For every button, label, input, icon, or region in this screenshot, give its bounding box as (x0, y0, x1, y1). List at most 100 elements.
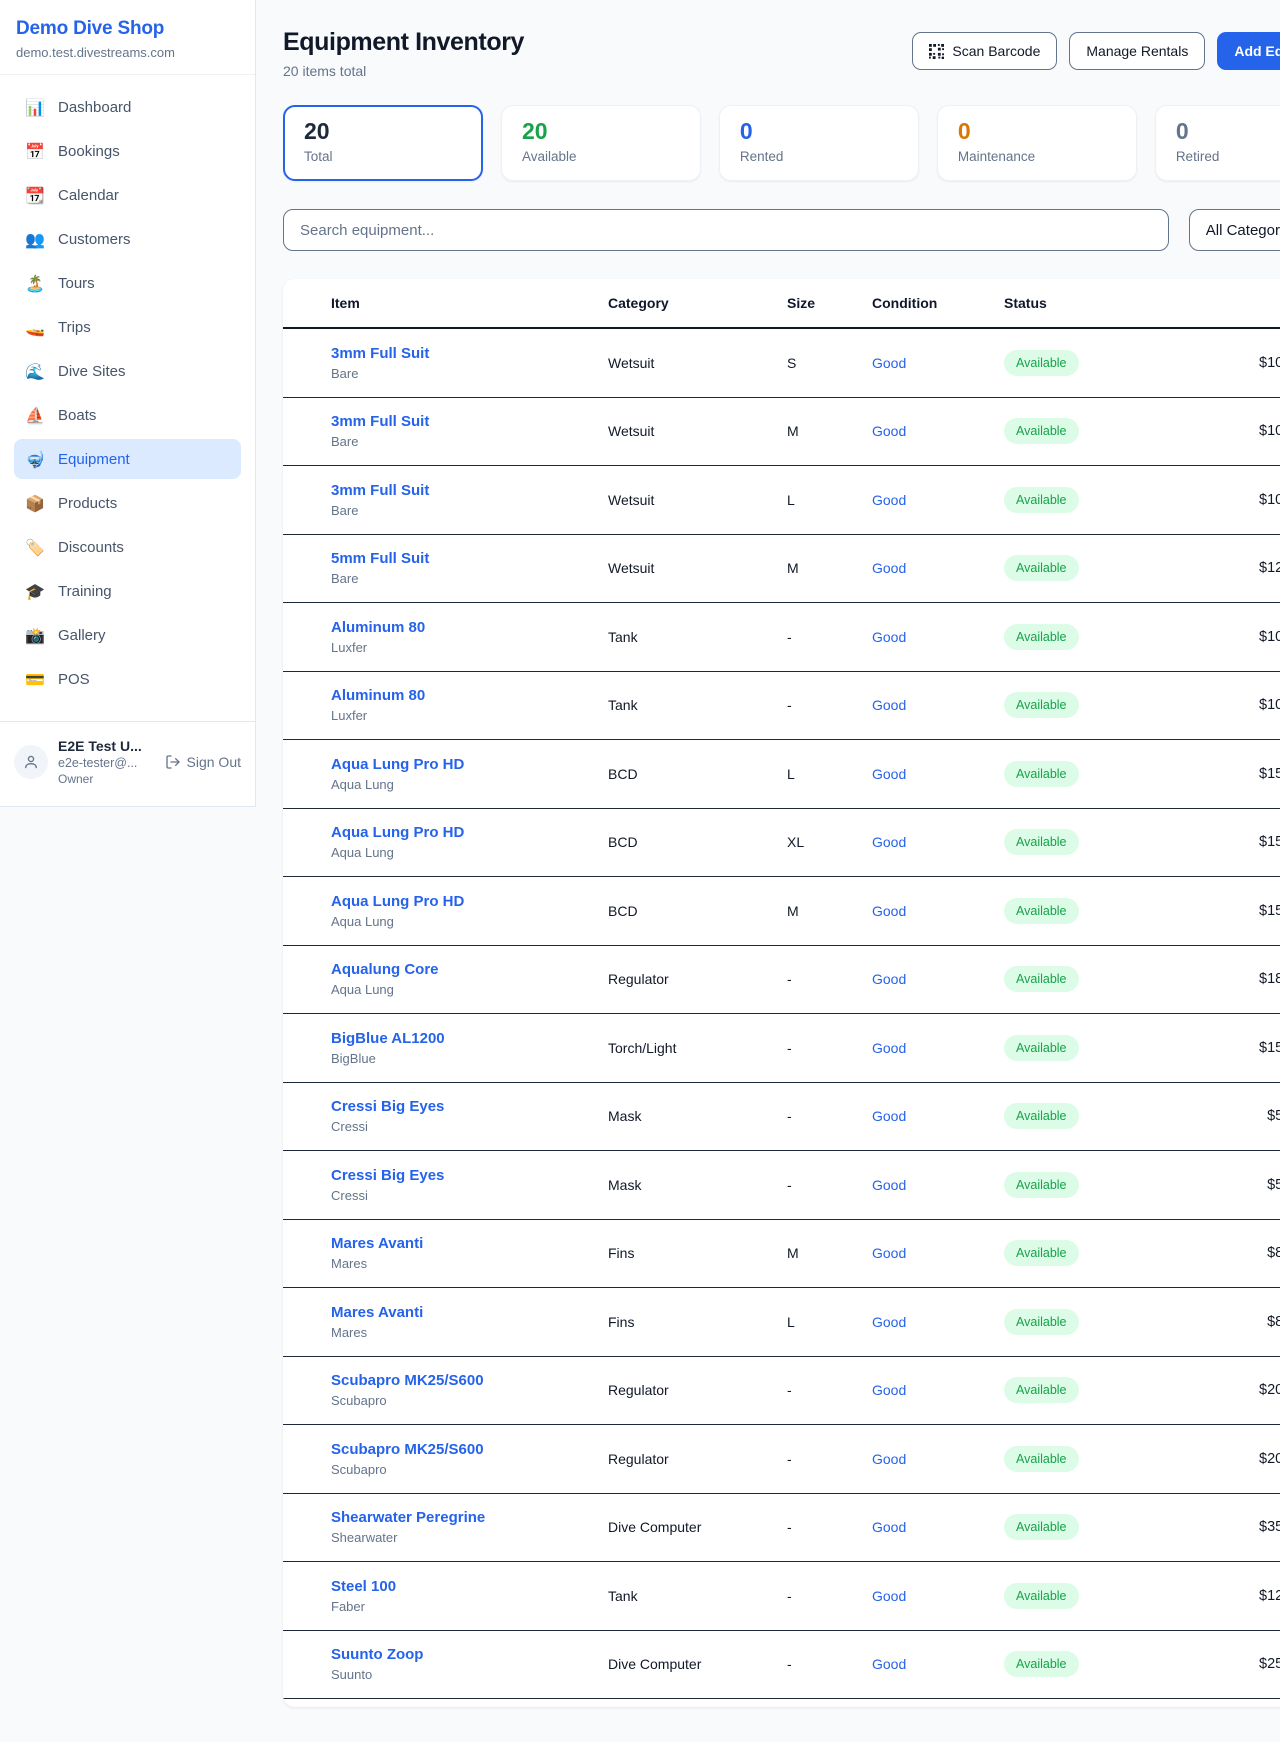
item-link[interactable]: Mares Avanti (331, 1235, 608, 1252)
sidebar-item[interactable]: 🌊 Dive Sites (14, 351, 241, 391)
item-link[interactable]: Scubapro MK25/S600 (331, 1372, 608, 1389)
condition-link[interactable]: Good (872, 492, 1004, 508)
item-link[interactable]: Shearwater Peregrine (331, 1509, 608, 1526)
sidebar-item[interactable]: 🤿 Equipment (14, 439, 241, 479)
nav-item-icon: 📅 (24, 142, 46, 161)
item-link[interactable]: 3mm Full Suit (331, 413, 608, 430)
item-brand: Suunto (331, 1667, 608, 1682)
table-row: Cressi Big Eyes Cressi Mask - Good Avail… (283, 1151, 1280, 1220)
shop-name: Demo Dive Shop (16, 18, 239, 40)
condition-link[interactable]: Good (872, 1382, 1004, 1398)
item-link[interactable]: Steel 100 (331, 1578, 608, 1595)
stat-value: 0 (740, 118, 898, 145)
stat-card[interactable]: 20 Available (501, 105, 701, 181)
item-link[interactable]: Aqualung Core (331, 961, 608, 978)
equipment-table: Item Category Size Condition Status Rent… (283, 279, 1280, 1707)
table-row: 3mm Full Suit Bare Wetsuit S Good Availa… (283, 329, 1280, 398)
search-input[interactable] (283, 209, 1169, 251)
sidebar-item[interactable]: 🏝️ Tours (14, 263, 241, 303)
qr-scan-icon (929, 44, 944, 59)
condition-link[interactable]: Good (872, 355, 1004, 371)
item-link[interactable]: Aluminum 80 (331, 619, 608, 636)
category-select[interactable]: All Categories (1189, 209, 1280, 251)
stat-card[interactable]: 0 Maintenance (937, 105, 1137, 181)
size-cell: M (787, 423, 872, 439)
sidebar-item[interactable]: 🚤 Trips (14, 307, 241, 347)
sidebar-item[interactable]: 📦 Products (14, 483, 241, 523)
condition-link[interactable]: Good (872, 629, 1004, 645)
sidebar-item[interactable]: 📅 Bookings (14, 131, 241, 171)
sidebar-item[interactable]: 📊 Dashboard (14, 87, 241, 127)
item-link[interactable]: Cressi Big Eyes (331, 1098, 608, 1115)
rental-cell: $8.00/day (1259, 1245, 1280, 1261)
item-link[interactable]: Aqua Lung Pro HD (331, 756, 608, 773)
stat-label: Retired (1176, 149, 1280, 164)
condition-link[interactable]: Good (872, 1656, 1004, 1672)
condition-link[interactable]: Good (872, 423, 1004, 439)
stat-card[interactable]: 20 Total (283, 105, 483, 181)
stat-value: 20 (522, 118, 680, 145)
item-link[interactable]: BigBlue AL1200 (331, 1030, 608, 1047)
item-link[interactable]: Aqua Lung Pro HD (331, 824, 608, 841)
size-cell: - (787, 1519, 872, 1535)
rental-cell: $12.00/day (1259, 560, 1280, 576)
item-link[interactable]: 3mm Full Suit (331, 345, 608, 362)
item-cell: Cressi Big Eyes Cressi (283, 1167, 608, 1203)
col-header-item: Item (283, 295, 608, 311)
table-row: Aqua Lung Pro HD Aqua Lung BCD M Good Av… (283, 877, 1280, 946)
item-link[interactable]: Cressi Big Eyes (331, 1167, 608, 1184)
item-link[interactable]: Mares Avanti (331, 1304, 608, 1321)
item-link[interactable]: Scubapro MK25/S600 (331, 1441, 608, 1458)
sidebar-item[interactable]: ⛵ Boats (14, 395, 241, 435)
condition-link[interactable]: Good (872, 697, 1004, 713)
manage-rentals-button[interactable]: Manage Rentals (1069, 32, 1205, 70)
condition-link[interactable]: Good (872, 834, 1004, 850)
condition-link[interactable]: Good (872, 1177, 1004, 1193)
add-equipment-button[interactable]: Add Equipment (1217, 32, 1280, 70)
condition-link[interactable]: Good (872, 903, 1004, 919)
condition-link[interactable]: Good (872, 1108, 1004, 1124)
condition-link[interactable]: Good (872, 1588, 1004, 1604)
sign-out-button[interactable]: Sign Out (165, 754, 241, 770)
item-link[interactable]: Aluminum 80 (331, 687, 608, 704)
scan-barcode-button[interactable]: Scan Barcode (912, 32, 1057, 70)
nav-item-label: Dashboard (58, 99, 131, 116)
item-brand: Cressi (331, 1119, 608, 1134)
condition-link[interactable]: Good (872, 1245, 1004, 1261)
sidebar-item[interactable]: 🎓 Training (14, 571, 241, 611)
stat-card[interactable]: 0 Retired (1155, 105, 1280, 181)
sidebar-item[interactable]: 📸 Gallery (14, 615, 241, 655)
rental-cell: $12.00/day (1259, 1588, 1280, 1604)
item-link[interactable]: 5mm Full Suit (331, 550, 608, 567)
col-header-rental: Rental (1259, 295, 1280, 311)
sidebar-item[interactable]: 📆 Calendar (14, 175, 241, 215)
stat-card[interactable]: 0 Rented (719, 105, 919, 181)
item-cell: Steel 100 Faber (283, 1578, 608, 1614)
rental-cell: $15.00/day (1259, 834, 1280, 850)
status-cell: Available (1004, 418, 1259, 444)
title-block: Equipment Inventory 20 items total (283, 28, 524, 79)
condition-link[interactable]: Good (872, 560, 1004, 576)
item-brand: Aqua Lung (331, 777, 608, 792)
status-badge: Available (1004, 829, 1079, 855)
sidebar-item[interactable]: 🏷️ Discounts (14, 527, 241, 567)
manage-rentals-label: Manage Rentals (1086, 43, 1188, 59)
item-link[interactable]: Suunto Zoop (331, 1646, 608, 1663)
item-link[interactable]: Aqua Lung Pro HD (331, 893, 608, 910)
item-cell: Aqua Lung Pro HD Aqua Lung (283, 893, 608, 929)
size-cell: - (787, 1451, 872, 1467)
condition-link[interactable]: Good (872, 1314, 1004, 1330)
size-cell: - (787, 1588, 872, 1604)
condition-link[interactable]: Good (872, 1040, 1004, 1056)
condition-link[interactable]: Good (872, 971, 1004, 987)
condition-link[interactable]: Good (872, 766, 1004, 782)
sidebar-item[interactable]: 💳 POS (14, 659, 241, 699)
person-icon (22, 753, 40, 771)
nav-item-icon: 📆 (24, 186, 46, 205)
item-link[interactable]: 3mm Full Suit (331, 482, 608, 499)
size-cell: - (787, 1177, 872, 1193)
condition-link[interactable]: Good (872, 1451, 1004, 1467)
condition-link[interactable]: Good (872, 1519, 1004, 1535)
sidebar-item[interactable]: 👥 Customers (14, 219, 241, 259)
category-cell: Dive Computer (608, 1519, 787, 1535)
